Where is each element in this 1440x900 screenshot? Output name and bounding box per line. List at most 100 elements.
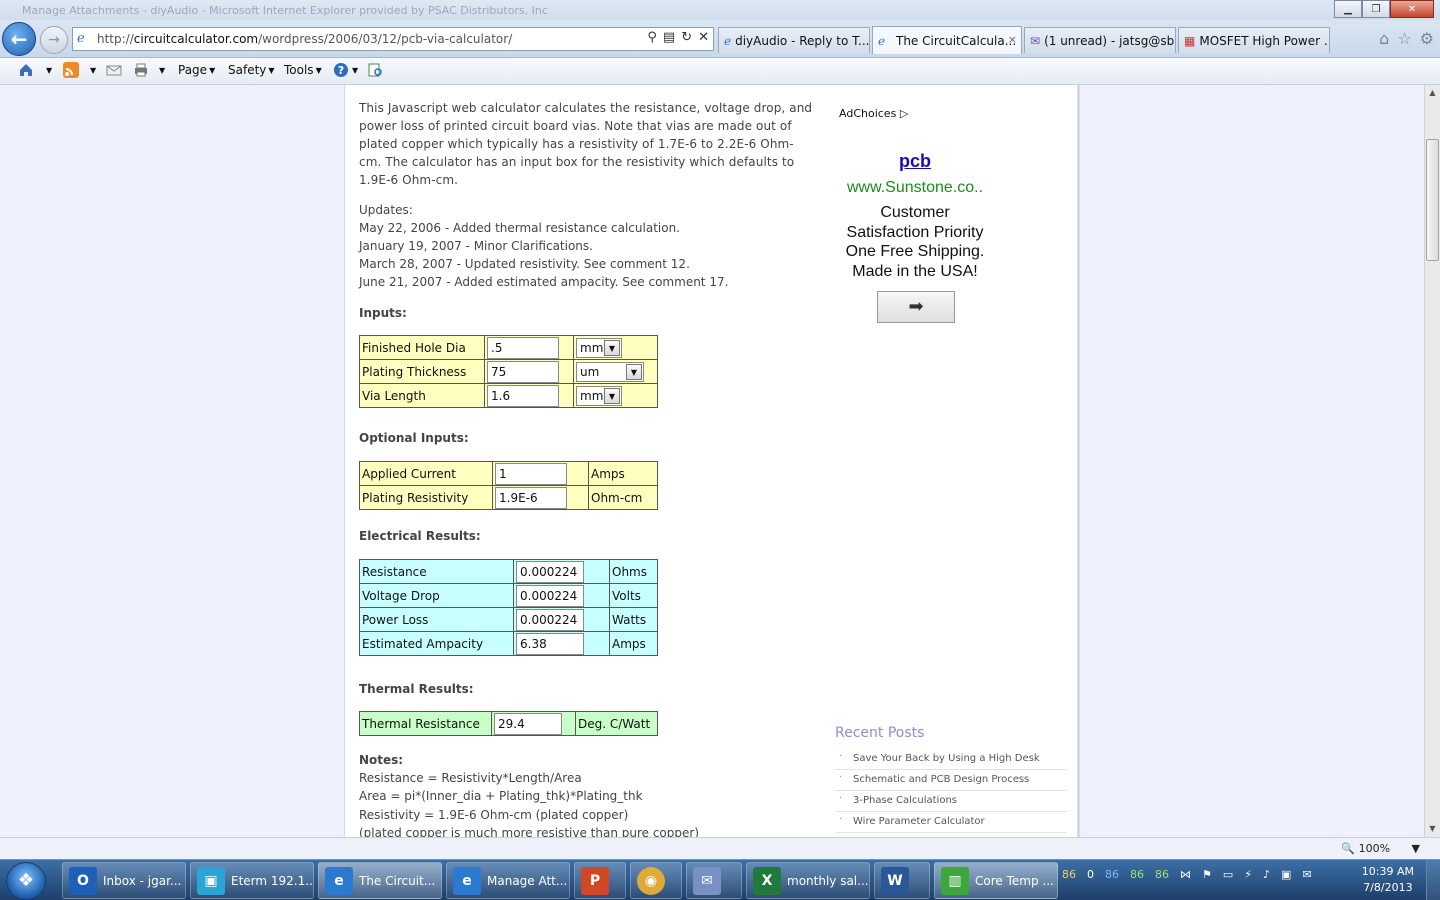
rss-feed-icon[interactable] [63, 62, 79, 78]
print-dropdown-icon[interactable]: ▼ [157, 63, 165, 77]
back-button[interactable]: ← [2, 22, 36, 56]
address-tools: ⚲ ▤ ↻ ✕ [647, 30, 709, 45]
volume-icon[interactable]: ♪ [1263, 868, 1270, 881]
print-icon[interactable] [133, 62, 149, 78]
voltage-drop-output[interactable]: 0.000224 [516, 584, 584, 607]
tools-menu[interactable]: Tools ▼ [284, 63, 322, 77]
tab-mosfet-high-power[interactable]: ▦ MOSFET High Power ... [1178, 27, 1330, 53]
search-icon[interactable]: ⚲ [647, 30, 657, 45]
tray-temp[interactable]: 86 [1155, 868, 1169, 881]
browser-icons: ⌂ ☆ ⚙ [1379, 29, 1434, 48]
taskbar-circuit-calculator[interactable]: e The Circuit... [318, 862, 442, 899]
plating-resistivity-input[interactable]: 1.9E-6 [495, 486, 567, 509]
tray-temp[interactable]: 86 [1105, 868, 1119, 881]
help-icon[interactable]: ? [333, 62, 349, 78]
page-content-column: This Javascript web calculator calculate… [344, 85, 1080, 837]
restore-button[interactable]: ❐ [1362, 0, 1390, 18]
taskbar-eterm[interactable]: ▣ Eterm 192.1... [190, 862, 314, 899]
power-loss-output[interactable]: 0.000224 [516, 608, 584, 631]
page-menu[interactable]: Page ▼ [178, 63, 215, 77]
show-desktop-button[interactable] [1426, 860, 1440, 900]
system-clock[interactable]: 10:39 AM 7/8/2013 [1362, 864, 1414, 896]
compatibility-icon[interactable]: ▤ [663, 30, 675, 45]
plating-thickness-input[interactable]: 75 [487, 360, 559, 383]
network-icon[interactable]: ⋈ [1180, 868, 1191, 881]
plating-thickness-unit-select[interactable]: um ▼ [576, 361, 644, 382]
taskbar-excel[interactable]: X monthly sal... [746, 862, 870, 899]
tray-temp[interactable]: 0 [1087, 868, 1094, 881]
via-length-unit-select[interactable]: mm ▼ [576, 385, 622, 406]
input-label: Plating Resistivity [359, 485, 493, 510]
taskbar-powerpoint[interactable]: P [574, 862, 626, 899]
vertical-scrollbar[interactable]: ▲ ▼ [1424, 85, 1440, 837]
scroll-down-arrow-icon[interactable]: ▼ [1425, 821, 1440, 837]
home-icon[interactable]: ⌂ [1379, 29, 1389, 48]
via-length-input[interactable]: 1.6 [487, 384, 559, 407]
table-row: Voltage Drop 0.000224 Volts [359, 583, 658, 608]
result-label: Resistance [359, 559, 514, 584]
site-tab-icon: ▦ [1184, 33, 1196, 48]
read-mail-icon[interactable] [106, 62, 122, 78]
chevron-down-icon: ▼ [604, 339, 620, 356]
refresh-icon[interactable]: ↻ [681, 30, 692, 45]
ie-tab-icon: ℯ [724, 33, 732, 48]
help-dropdown-icon[interactable]: ▼ [350, 63, 358, 77]
tab-diyaudio-reply[interactable]: ℯ diyAudio - Reply to T... [718, 27, 870, 53]
ie-tab-icon: ℯ [878, 33, 886, 48]
table-row: Resistance 0.000224 Ohms [359, 559, 658, 584]
recent-post-link[interactable]: Schematic and PCB Design Process [835, 770, 1067, 791]
minimize-button[interactable]: ▁ [1334, 0, 1362, 18]
result-label: Estimated Ampacity [359, 631, 514, 656]
unit-label: Deg. C/Watt [575, 711, 658, 736]
action-center-flag-icon[interactable]: ⚑ [1202, 868, 1212, 881]
scroll-up-arrow-icon[interactable]: ▲ [1425, 85, 1440, 101]
taskbar-core-temp[interactable]: ▥ Core Temp ... [934, 862, 1058, 899]
recent-post-link[interactable]: Wire Parameter Calculator [835, 812, 1067, 833]
estimated-ampacity-output[interactable]: 6.38 [516, 632, 584, 655]
research-icon[interactable] [367, 62, 383, 78]
favorites-star-icon[interactable]: ☆ [1397, 29, 1411, 48]
taskbar-word[interactable]: W [874, 862, 930, 899]
tray-temp[interactable]: 86 [1062, 868, 1076, 881]
safety-menu[interactable]: Safety ▼ [228, 63, 275, 77]
ad-url-link[interactable]: www.Sunstone.co.. [835, 179, 995, 197]
finished-hole-dia-unit-select[interactable]: mm ▼ [576, 337, 622, 358]
display-icon[interactable]: ▭ [1223, 868, 1233, 881]
resistance-output[interactable]: 0.000224 [516, 560, 584, 583]
tray-temp[interactable]: 86 [1130, 868, 1144, 881]
close-tab-icon[interactable]: × [1008, 33, 1017, 46]
adchoices-link[interactable]: AdChoices ▷ [839, 107, 908, 120]
start-button[interactable]: ❖ [6, 862, 46, 900]
tab-unread-mail[interactable]: ✉ (1 unread) - jatsg@sb... [1024, 27, 1176, 53]
chevron-down-icon: ▼ [268, 66, 275, 75]
applied-current-input[interactable]: 1 [495, 462, 567, 485]
close-window-button[interactable]: ✕ [1390, 0, 1434, 18]
home-dropdown-icon[interactable]: ▼ [44, 63, 52, 77]
forward-button[interactable]: → [40, 26, 68, 54]
adchoices-icon: ▷ [899, 107, 909, 120]
ad-title-link[interactable]: pcb [835, 151, 995, 172]
zoom-control[interactable]: 🔍 100% ▼ [1341, 842, 1420, 855]
address-url[interactable]: http://circuitcalculator.com/wordpress/2… [97, 32, 512, 46]
home-icon[interactable] [18, 62, 34, 78]
thermal-resistance-output[interactable]: 29.4 [494, 712, 562, 735]
recent-post-link[interactable]: Save Your Back by Using a High Desk [835, 749, 1067, 770]
scroll-thumb[interactable] [1426, 139, 1439, 261]
taskbar-manage-attachments[interactable]: e Manage Att... [446, 862, 570, 899]
taskbar-chrome[interactable]: ◉ [630, 862, 682, 899]
tray-app-icon[interactable]: ▣ [1281, 868, 1291, 881]
taskbar-mail-app[interactable]: ✉ [686, 862, 742, 899]
recent-post-link[interactable]: 3-Phase Calculations [835, 791, 1067, 812]
updates-heading: Updates: [359, 203, 413, 217]
stop-icon[interactable]: ✕ [698, 30, 709, 45]
address-bar[interactable]: ℯ http://circuitcalculator.com/wordpress… [72, 27, 714, 51]
rss-dropdown-icon[interactable]: ▼ [88, 63, 96, 77]
ad-arrow-button[interactable]: ➡ [877, 291, 955, 323]
ie-page-icon: ℯ [77, 31, 85, 46]
taskbar-outlook[interactable]: O Inbox - jgar... [62, 862, 186, 899]
outlook-tray-icon[interactable]: ✉ [1302, 868, 1311, 881]
power-icon[interactable]: ⚡ [1244, 868, 1252, 881]
gear-icon[interactable]: ⚙ [1420, 29, 1434, 48]
tab-circuitcalculator[interactable]: ℯ The CircuitCalcula... × [872, 26, 1022, 54]
finished-hole-dia-input[interactable]: .5 [487, 336, 559, 359]
